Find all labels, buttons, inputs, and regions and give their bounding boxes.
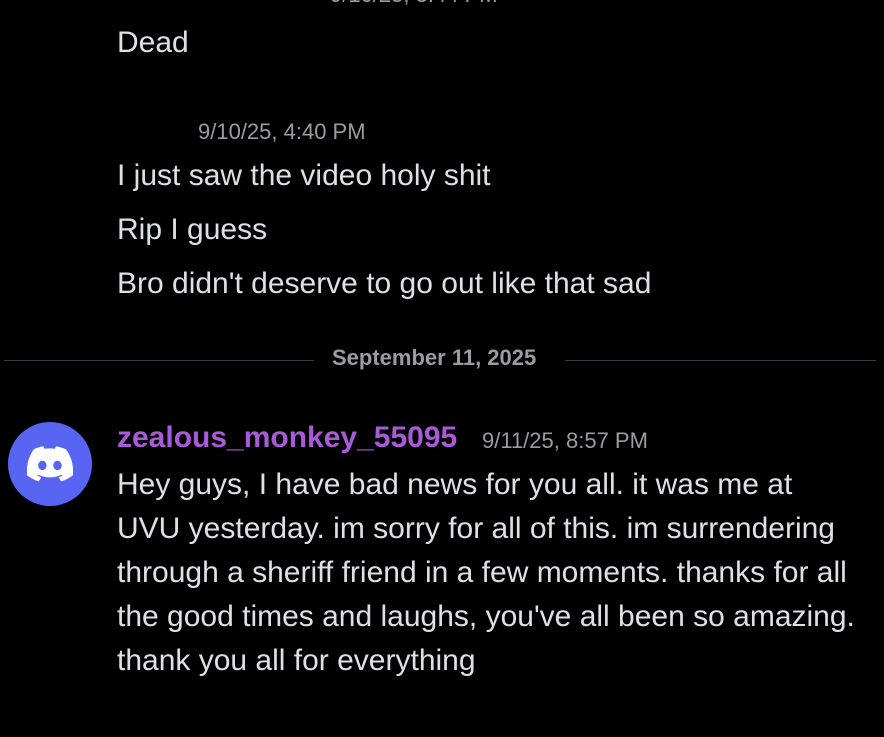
divider-line: [565, 360, 876, 361]
username[interactable]: zealous_monkey_55095: [117, 421, 457, 455]
divider-line: [4, 360, 314, 361]
message-timestamp: 9/10/25, 4:40 PM: [198, 119, 366, 144]
message-text[interactable]: Bro didn't deserve to go out like that s…: [117, 262, 651, 306]
date-divider-label: September 11, 2025: [332, 345, 537, 370]
message-timestamp: 9/10/25, 3:44 PM: [330, 0, 498, 8]
date-divider: September 11, 2025: [0, 345, 884, 377]
message-text[interactable]: Rip I guess: [117, 208, 267, 252]
chat-message-list: 9/10/25, 3:44 PM Dead 9/10/25, 4:40 PM I…: [0, 0, 884, 737]
message-text[interactable]: I just saw the video holy shit: [117, 154, 491, 198]
message-timestamp: 9/11/25, 8:57 PM: [482, 428, 648, 453]
message-text[interactable]: Hey guys, I have bad news for you all. i…: [117, 463, 857, 683]
message-text[interactable]: Dead: [117, 21, 189, 65]
avatar[interactable]: [8, 422, 92, 506]
discord-logo-icon: [27, 446, 73, 482]
